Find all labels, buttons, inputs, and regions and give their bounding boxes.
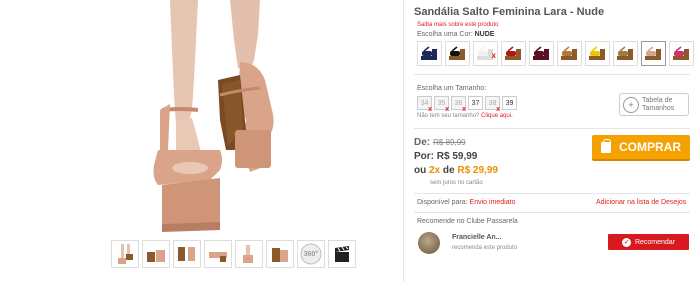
sandal-icon (505, 46, 521, 60)
original-price: De: R$ 89,99 (414, 137, 466, 148)
size-help: Não tem seu tamanho? Clique aqui. (417, 113, 513, 119)
product-gallery: 360° (0, 0, 400, 282)
thumbnail-2[interactable] (142, 240, 170, 268)
thumbnail-6[interactable] (266, 240, 294, 268)
installment-price: ou 2x de R$ 29,99 (414, 165, 498, 176)
divider (414, 128, 690, 129)
selected-color: NUDE (474, 31, 495, 38)
sandal-icon (561, 46, 577, 60)
club-title: Recomende no Clube Passarela (417, 218, 518, 225)
size-help-link[interactable]: Clique aqui. (481, 113, 513, 119)
color-swatches: x (417, 41, 694, 66)
ruler-icon: + (623, 96, 639, 113)
avatar[interactable] (418, 232, 440, 254)
view-360-icon[interactable]: 360° (297, 240, 325, 268)
shopping-bag-icon (601, 138, 611, 153)
size-table-button[interactable]: + Tabela de Tamanhos (619, 93, 689, 116)
availability: Disponível para: Envio imediato (417, 199, 516, 206)
installment-note: sem juros no cartão (430, 180, 483, 186)
recommender-name[interactable]: Francielle An... (452, 234, 502, 241)
color-swatch-marinho[interactable] (417, 41, 442, 66)
buy-button[interactable]: COMPRAR (592, 135, 690, 161)
more-info-link[interactable]: Saiba mais sobre este produto (417, 22, 498, 28)
sandal-icon (645, 46, 661, 60)
product-title: Sandália Salto Feminina Lara - Nude (414, 6, 605, 18)
thumbnail-4[interactable] (204, 240, 232, 268)
divider (414, 212, 690, 213)
size-option-34[interactable]: 34 (417, 96, 432, 113)
wishlist-link[interactable]: Adicionar na lista de Desejos (596, 199, 686, 206)
recommender-text: recomenda este produto (452, 245, 518, 251)
unavailable-icon: x (491, 51, 496, 60)
sale-price: Por: R$ 59,99 (414, 151, 478, 162)
product-main-image[interactable] (100, 0, 320, 232)
color-swatch-vermelho[interactable] (501, 41, 526, 66)
thumbnail-1[interactable] (111, 240, 139, 268)
color-swatch-vinho[interactable] (529, 41, 554, 66)
color-swatch-preto[interactable] (445, 41, 470, 66)
sandal-icon (449, 46, 465, 60)
recommend-button[interactable]: ✓ Recomendar (608, 234, 689, 250)
sandal-icon (421, 46, 437, 60)
thumbnail-strip: 360° (111, 240, 356, 268)
svg-text:360°: 360° (304, 250, 319, 258)
size-option-37[interactable]: 37 (468, 96, 483, 110)
size-option-35[interactable]: 35 (434, 96, 449, 113)
size-option-39[interactable]: 39 (502, 96, 517, 110)
thumbnail-3[interactable] (173, 240, 201, 268)
thumbnail-5[interactable] (235, 240, 263, 268)
check-icon: ✓ (621, 237, 631, 247)
divider (414, 193, 690, 194)
color-label: Escolha uma Cor: NUDE (417, 31, 495, 38)
sandal-icon (533, 46, 549, 60)
size-options: 343536373839 (417, 96, 517, 113)
color-swatch-amarelo[interactable] (585, 41, 610, 66)
color-swatch-pink[interactable] (669, 41, 694, 66)
color-swatch-caramelo[interactable] (557, 41, 582, 66)
color-swatch-branco[interactable]: x (473, 41, 498, 66)
size-label: Escolha um Tamanho: (417, 85, 487, 92)
divider (414, 74, 690, 75)
sandal-icon (617, 46, 633, 60)
sandal-icon (589, 46, 605, 60)
sandal-icon (673, 46, 689, 60)
color-swatch-onca[interactable] (613, 41, 638, 66)
color-swatch-nude[interactable] (641, 41, 666, 66)
vertical-divider (403, 0, 404, 282)
video-clapper-icon[interactable] (328, 240, 356, 268)
size-option-36[interactable]: 36 (451, 96, 466, 113)
size-option-38[interactable]: 38 (485, 96, 500, 113)
